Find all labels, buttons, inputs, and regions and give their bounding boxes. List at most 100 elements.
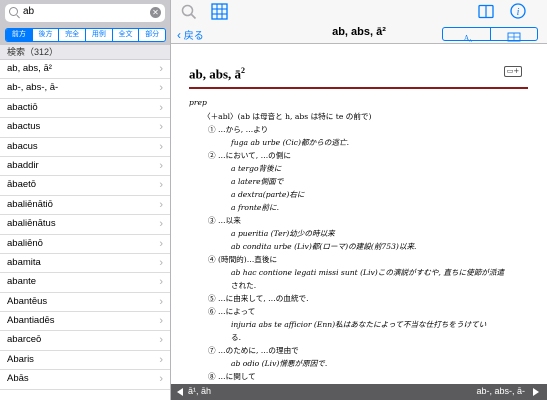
navigation-bar: ‹ 戻る ab, abs, ā² A A	[171, 24, 547, 44]
list-item[interactable]: ab-, abs-, ā- ›	[0, 79, 170, 99]
chevron-right-icon: ›	[159, 198, 163, 211]
font-size-button[interactable]: A A	[443, 28, 491, 43]
sense-7: ⑦ …のために, …の理由で	[208, 346, 299, 355]
sense-6: ⑥ …によって	[208, 307, 256, 316]
chevron-right-icon: ›	[159, 179, 163, 192]
chevron-right-icon: ›	[159, 82, 163, 95]
example-6: injuria abs te afficior (Enn)私はあなたによって不当…	[231, 320, 487, 329]
example-7: ab odio (Liv)憎悪が原因で.	[231, 359, 328, 368]
chevron-right-icon: ›	[159, 373, 163, 386]
mode-prefix[interactable]: 前方	[6, 29, 33, 41]
list-item-label: abaliēnō	[7, 237, 43, 249]
example-2a: a tergo背後に	[231, 164, 282, 173]
list-item[interactable]: ābaetō ›	[0, 176, 170, 196]
next-entry-link[interactable]: ab-, abs-, ā-	[476, 386, 525, 396]
sense-8: ⑧ …に関して	[208, 372, 256, 381]
chevron-right-icon: ›	[159, 334, 163, 347]
sense-1: ① …から, …より	[208, 125, 269, 134]
list-item[interactable]: Abantēus ›	[0, 293, 170, 313]
search-input[interactable]: ab ✕	[5, 4, 165, 22]
list-item-label: abactus	[7, 121, 41, 133]
list-item-label: ab, abs, ā²	[7, 63, 52, 74]
list-item-label: abactiō	[7, 101, 38, 113]
list-item[interactable]: abaliēnātiō ›	[0, 196, 170, 216]
list-item[interactable]: abaliēnātus ›	[0, 215, 170, 235]
sense-2: ② …において, …の側に	[208, 151, 291, 160]
example-2c: a dextra(parte)右に	[231, 190, 305, 199]
entry-content: ab, abs, ā2 ▭+ prep 〈＋abl〉(ab は母音と h, ab…	[171, 44, 547, 384]
add-bookmark-button[interactable]: ▭+	[504, 66, 522, 77]
list-item-label: abaliēnātiō	[7, 198, 53, 210]
svg-text:i: i	[517, 7, 520, 18]
list-item[interactable]: abactiō ›	[0, 99, 170, 119]
chevron-right-icon: ›	[159, 256, 163, 269]
grid-icon[interactable]	[211, 3, 228, 20]
view-options-control: A A	[442, 27, 538, 43]
search-mode-control: 前方 後方 完全 用例 全文 部分	[5, 28, 166, 42]
results-header: 検索（312）	[0, 45, 170, 60]
list-item[interactable]: Abantiadēs ›	[0, 312, 170, 332]
entry-line: 〈＋abl〉(ab は母音と h, abs は特に te の前で)	[203, 112, 372, 121]
list-item-label: abaliēnātus	[7, 218, 56, 230]
mode-exact[interactable]: 完全	[59, 29, 87, 41]
bookmark-add-icon: ▭+	[506, 67, 520, 75]
example-1: fuga ab urbe (Cic)都からの逃亡.	[231, 138, 349, 147]
sense-3: ③ …以来	[208, 216, 241, 225]
search-icon	[9, 7, 18, 16]
list-item[interactable]: Abās ›	[0, 370, 170, 390]
mode-suffix[interactable]: 後方	[33, 29, 60, 41]
list-item[interactable]: abarceō ›	[0, 331, 170, 351]
list-item[interactable]: abacus ›	[0, 138, 170, 157]
example-3b: ab condita urbe (Liv)都(ローマ)の建設(前753)以来.	[231, 242, 417, 251]
chevron-right-icon: ›	[159, 353, 163, 366]
search-value[interactable]: ab	[23, 6, 34, 17]
previous-arrow-icon[interactable]	[177, 388, 183, 396]
chevron-right-icon: ›	[159, 276, 163, 289]
example-6-cont: る.	[231, 333, 242, 342]
list-item[interactable]: abante ›	[0, 273, 170, 293]
mode-example[interactable]: 用例	[86, 29, 113, 41]
results-list: ab, abs, ā² › ab-, abs-, ā- › abactiō › abactu…	[0, 60, 170, 390]
entry-headword: ab, abs, ā2	[189, 66, 245, 82]
entry-navigation-bar: ā¹, āh ab-, abs-, ā-	[171, 384, 547, 400]
chevron-right-icon: ›	[159, 140, 163, 153]
index-pane: ab ✕ 前方 後方 完全 用例 全文 部分 検索（312） ab, abs, …	[0, 0, 170, 400]
sense-5: ⑤ …に由来して, …の血統で.	[208, 294, 309, 303]
list-item-label: Abantēus	[7, 295, 48, 307]
list-item[interactable]: Abaris ›	[0, 351, 170, 371]
next-arrow-icon[interactable]	[533, 388, 539, 396]
list-item-label: Abantiadēs	[7, 315, 55, 327]
list-item[interactable]: abaliēnō ›	[0, 235, 170, 254]
list-item-label: abaddir	[7, 159, 39, 171]
display-mode-button[interactable]	[491, 28, 538, 42]
list-item[interactable]: ab, abs, ā² ›	[0, 60, 170, 80]
list-item-label: abante	[7, 276, 37, 288]
top-toolbar: i	[171, 0, 547, 24]
search-icon[interactable]	[181, 4, 197, 20]
info-icon[interactable]: i	[510, 3, 526, 19]
chevron-right-icon: ›	[159, 159, 163, 172]
chevron-right-icon: ›	[159, 218, 163, 231]
chevron-right-icon: ›	[159, 237, 163, 250]
book-icon[interactable]	[478, 4, 494, 19]
part-of-speech: prep	[189, 98, 207, 107]
list-item-label: abacus	[7, 140, 38, 152]
entry-pane: i ‹ 戻る ab, abs, ā² A A ab, abs, ā2 ▭+ pr…	[171, 0, 547, 400]
mode-fulltext[interactable]: 全文	[113, 29, 140, 41]
list-item-label: abarceō	[7, 334, 42, 346]
headword-text: ab, abs, ā	[189, 66, 242, 82]
chevron-right-icon: ›	[159, 315, 163, 328]
example-2b: a latere側面で	[231, 177, 284, 186]
list-item-label: ab-, abs-, ā-	[7, 82, 59, 94]
list-item-label: Abās	[7, 373, 29, 385]
clear-search-icon[interactable]: ✕	[150, 7, 161, 18]
example-4: ab hac contione legati missi sunt (Liv)こ…	[231, 268, 505, 277]
list-item[interactable]: abaddir ›	[0, 157, 170, 177]
search-mode-bar: 前方 後方 完全 用例 全文 部分	[0, 26, 170, 45]
list-item[interactable]: abamita ›	[0, 254, 170, 274]
mode-partial[interactable]: 部分	[139, 29, 165, 41]
list-item[interactable]: abactus ›	[0, 118, 170, 138]
list-item-label: Abaris	[7, 353, 34, 365]
previous-entry-link[interactable]: ā¹, āh	[188, 386, 211, 396]
svg-text:A: A	[469, 38, 472, 43]
